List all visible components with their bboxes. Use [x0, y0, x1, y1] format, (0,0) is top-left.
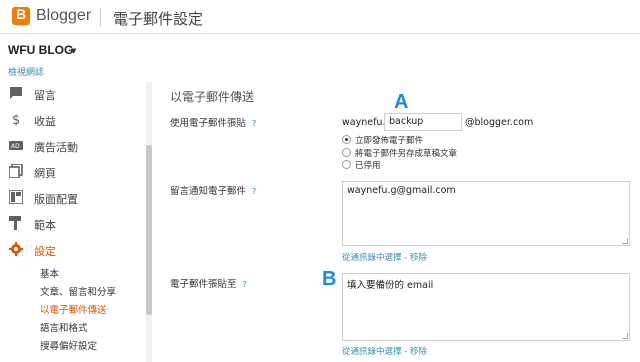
- post-by-email-label: 使用電子郵件張貼?: [170, 115, 256, 129]
- annotation-badge-a: A: [394, 91, 409, 113]
- textarea-value: waynefu.g@gmail.com: [347, 185, 456, 196]
- row-label-text: 留言通知電子郵件: [170, 186, 247, 197]
- comment-notify-contacts-link[interactable]: 從通訊錄中選擇 - 移除: [342, 251, 427, 263]
- radio-button[interactable]: [342, 160, 351, 169]
- radio-button[interactable]: [342, 148, 351, 157]
- sidebar-item-label: 留言: [34, 89, 56, 102]
- gear-icon: [9, 242, 23, 256]
- sidebar-item-theme[interactable]: 範本: [0, 212, 146, 236]
- help-icon[interactable]: ?: [252, 119, 256, 128]
- comment-icon: [10, 87, 22, 99]
- settings-sub-language[interactable]: 語言和格式: [40, 320, 88, 334]
- sidebar-item-label: 廣告活動: [34, 141, 78, 154]
- sidebar: WFU BLOG ▼ 檢視網誌 留言 $ 收益 AD 廣告活動 網頁 版面配置 …: [0, 35, 152, 362]
- sidebar-item-label: 網頁: [34, 167, 56, 180]
- blog-switcher-caret-icon[interactable]: ▼: [71, 47, 76, 55]
- svg-text:$: $: [12, 113, 20, 126]
- comment-notify-label: 留言通知電子郵件?: [170, 183, 256, 197]
- layout-icon: [9, 190, 23, 204]
- help-icon[interactable]: ?: [252, 187, 256, 196]
- sidebar-item-campaigns[interactable]: AD 廣告活動: [0, 134, 146, 158]
- page-title: 電子郵件設定: [113, 10, 204, 28]
- radio-label: 將電子郵件另存成草稿文章: [355, 149, 458, 159]
- textarea-value: 填入要備份的 email: [347, 280, 434, 291]
- radio-save-draft[interactable]: 將電子郵件另存成草稿文章: [342, 147, 542, 159]
- row-label-text: 電子郵件張貼至: [170, 279, 237, 290]
- sidebar-item-label: 版面配置: [34, 193, 78, 206]
- sidebar-item-label: 範本: [34, 219, 56, 232]
- main-content: 以電子郵件傳送 使用電子郵件張貼? waynefu.g backup @blog…: [152, 35, 640, 361]
- sidebar-item-label: 收益: [34, 115, 56, 128]
- secret-word-input[interactable]: backup: [384, 113, 462, 131]
- view-blog-link[interactable]: 檢視網誌: [8, 65, 44, 78]
- email-posts-to-textarea[interactable]: 填入要備份的 email: [342, 273, 630, 341]
- settings-sub-basic[interactable]: 基本: [40, 266, 59, 280]
- ad-icon: AD: [9, 141, 23, 150]
- radio-label: 已停用: [355, 161, 381, 171]
- section-title: 以電子郵件傳送: [170, 90, 255, 104]
- sidebar-item-label: 設定: [34, 245, 56, 258]
- sidebar-item-layout[interactable]: 版面配置: [0, 186, 146, 210]
- sidebar-item-settings[interactable]: 設定: [0, 238, 146, 262]
- sidebar-item-comments[interactable]: 留言: [0, 82, 146, 106]
- help-icon[interactable]: ?: [243, 280, 247, 289]
- brand-name: Blogger: [36, 7, 92, 24]
- radio-button-checked[interactable]: [342, 135, 351, 144]
- settings-sub-posts-comments[interactable]: 文章、留言和分享: [40, 284, 116, 298]
- settings-sub-search[interactable]: 搜尋偏好設定: [40, 338, 97, 352]
- theme-icon: [9, 216, 21, 230]
- pages-icon: [9, 164, 23, 178]
- radio-publish-immediately[interactable]: 立即發佈電子郵件: [342, 134, 542, 146]
- top-bar: Blogger 電子郵件設定: [0, 0, 640, 34]
- radio-label: 立即發佈電子郵件: [355, 136, 424, 146]
- annotation-badge-b: B: [322, 268, 337, 290]
- email-posts-to-contacts-link[interactable]: 從通訊錄中選擇 - 移除: [342, 345, 427, 357]
- sidebar-item-earnings[interactable]: $ 收益: [0, 108, 146, 132]
- sidebar-item-pages[interactable]: 網頁: [0, 160, 146, 184]
- settings-sub-email[interactable]: 以電子郵件傳送: [40, 302, 107, 316]
- row-label-text: 使用電子郵件張貼: [170, 118, 247, 129]
- blog-name[interactable]: WFU BLOG: [8, 43, 73, 57]
- email-suffix: @blogger.com: [465, 117, 534, 128]
- email-posts-to-label: 電子郵件張貼至?: [170, 276, 247, 290]
- dollar-icon: $: [12, 113, 20, 126]
- resize-grip-icon[interactable]: [622, 333, 628, 339]
- svg-text:AD: AD: [11, 143, 20, 150]
- header-divider: [100, 8, 101, 26]
- radio-disabled[interactable]: 已停用: [342, 159, 542, 171]
- blogger-logo-icon[interactable]: [12, 6, 30, 25]
- resize-grip-icon[interactable]: [622, 238, 628, 244]
- comment-notify-email-textarea[interactable]: waynefu.g@gmail.com: [342, 181, 630, 246]
